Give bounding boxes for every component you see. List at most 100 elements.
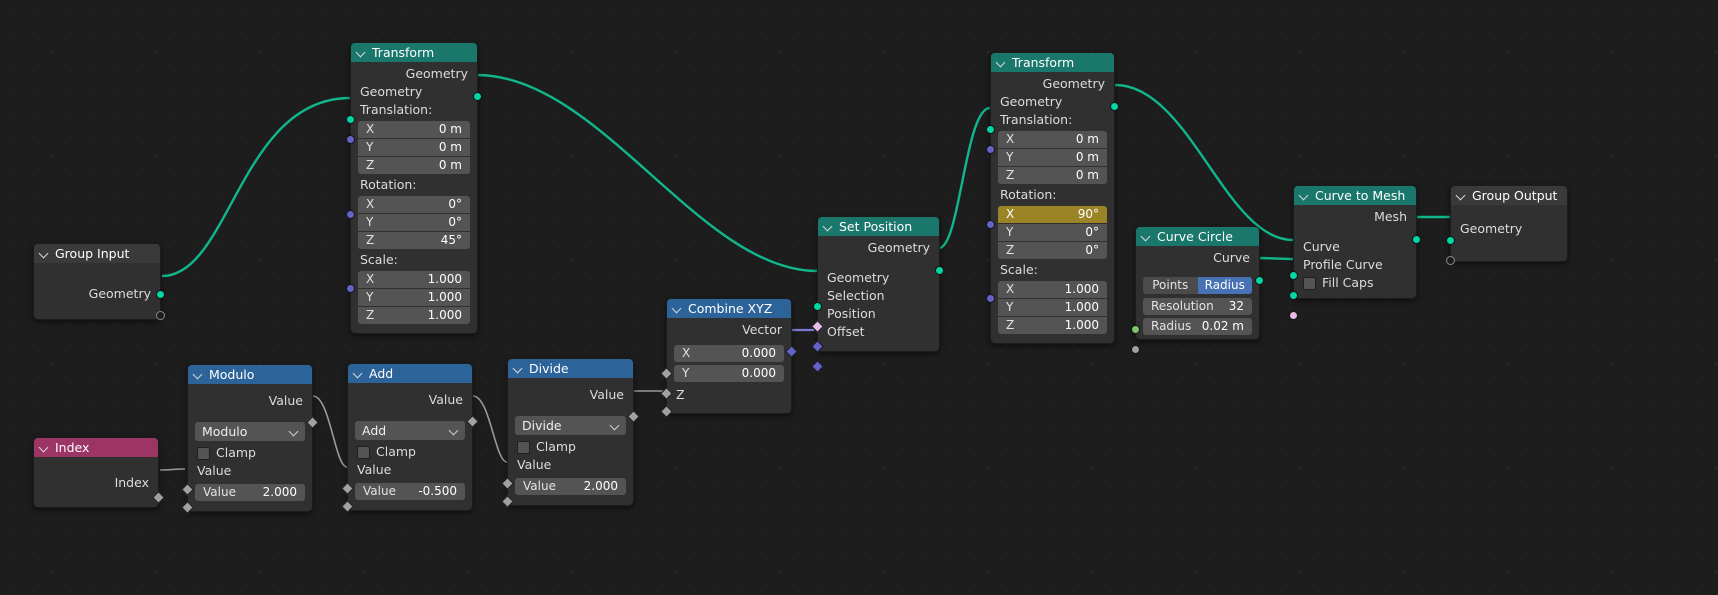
field-scale-x[interactable]: X 1.000: [358, 271, 470, 288]
socket-radius-input[interactable]: [1131, 345, 1140, 354]
socket-virtual-input[interactable]: [1446, 256, 1455, 265]
collapse-chevron-icon[interactable]: [40, 249, 49, 258]
collapse-chevron-icon[interactable]: [997, 58, 1006, 67]
socket-value-input-2[interactable]: [181, 501, 194, 514]
socket-value-input-1[interactable]: [501, 477, 514, 490]
node-index[interactable]: Index Index: [33, 437, 165, 508]
field-rotation-y[interactable]: Y 0°: [998, 224, 1107, 241]
field-value-2[interactable]: Value 2.000: [195, 484, 305, 501]
socket-translation-input[interactable]: [346, 135, 355, 144]
collapse-chevron-icon[interactable]: [194, 370, 203, 379]
field-y[interactable]: Y 0.000: [674, 365, 784, 382]
node-header[interactable]: Divide: [508, 359, 633, 378]
mode-toggle-group[interactable]: Points Radius: [1143, 277, 1252, 294]
socket-geometry-input[interactable]: [986, 125, 995, 134]
field-x[interactable]: X 0.000: [674, 345, 784, 362]
socket-value-output[interactable]: [466, 415, 479, 428]
node-curve-to-mesh[interactable]: Curve to Mesh Mesh Curve Profile Curve F…: [1289, 185, 1421, 320]
node-header[interactable]: Combine XYZ: [667, 299, 791, 318]
field-rotation-z[interactable]: Z 45°: [358, 232, 470, 249]
node-header[interactable]: Curve to Mesh: [1294, 186, 1416, 205]
node-transform-2[interactable]: Transform Geometry Geometry Translation:…: [986, 52, 1119, 344]
field-resolution[interactable]: Resolution 32: [1143, 298, 1252, 315]
node-header[interactable]: Curve Circle: [1136, 227, 1259, 246]
checkbox-fill-caps[interactable]: [1303, 276, 1316, 290]
field-rotation-x[interactable]: X 0°: [358, 196, 470, 213]
checkbox-clamp[interactable]: [197, 446, 210, 460]
node-header[interactable]: Transform: [351, 43, 477, 62]
checkbox-row-clamp[interactable]: Clamp: [188, 444, 312, 462]
collapse-chevron-icon[interactable]: [1457, 191, 1466, 200]
socket-fill-caps-input[interactable]: [1289, 311, 1298, 320]
socket-resolution-input[interactable]: [1131, 325, 1140, 334]
node-combine-xyz[interactable]: Combine XYZ Vector X 0.000 Y 0.000 Z: [660, 298, 798, 418]
node-set-position[interactable]: Set Position Geometry Geometry Selection…: [811, 216, 944, 373]
socket-geometry-output[interactable]: [156, 290, 165, 299]
socket-geometry-input[interactable]: [346, 115, 355, 124]
field-translation-y[interactable]: Y 0 m: [998, 149, 1107, 166]
collapse-chevron-icon[interactable]: [354, 369, 363, 378]
node-transform-1[interactable]: Transform Geometry Geometry Translation:…: [346, 42, 482, 334]
operation-dropdown[interactable]: Modulo: [195, 422, 305, 441]
socket-rotation-input[interactable]: [346, 210, 355, 219]
node-math-modulo[interactable]: Modulo Value Modulo Clamp Value Value 2.…: [181, 364, 319, 514]
field-translation-x[interactable]: X 0 m: [998, 131, 1107, 148]
node-header[interactable]: Index: [34, 438, 158, 457]
socket-curve-output[interactable]: [1255, 276, 1264, 285]
checkbox-row-fill-caps[interactable]: Fill Caps: [1294, 274, 1416, 292]
field-rotation-z[interactable]: Z 0°: [998, 242, 1107, 259]
node-header[interactable]: Group Output: [1451, 186, 1567, 205]
field-scale-x[interactable]: X 1.000: [998, 281, 1107, 298]
socket-geometry-input[interactable]: [1446, 236, 1455, 245]
field-value-2[interactable]: Value 2.000: [515, 478, 626, 495]
checkbox-row-clamp[interactable]: Clamp: [348, 443, 472, 461]
socket-value-input-2[interactable]: [501, 495, 514, 508]
socket-value-output[interactable]: [627, 410, 640, 423]
operation-dropdown[interactable]: Add: [355, 421, 465, 440]
collapse-chevron-icon[interactable]: [673, 304, 682, 313]
node-math-add[interactable]: Add Value Add Clamp Value Value -0.500: [341, 363, 479, 513]
node-group-input[interactable]: Group Input Geometry: [33, 243, 165, 320]
collapse-chevron-icon[interactable]: [1300, 191, 1309, 200]
field-rotation-y[interactable]: Y 0°: [358, 214, 470, 231]
socket-virtual-output[interactable]: [156, 311, 165, 320]
collapse-chevron-icon[interactable]: [824, 222, 833, 231]
socket-z-input[interactable]: [660, 405, 673, 418]
field-translation-z[interactable]: Z 0 m: [358, 157, 470, 174]
socket-position-input[interactable]: [811, 340, 824, 353]
toggle-points[interactable]: Points: [1143, 277, 1198, 294]
node-header[interactable]: Group Input: [34, 244, 160, 263]
socket-x-input[interactable]: [660, 367, 673, 380]
node-header[interactable]: Add: [348, 364, 472, 383]
field-scale-z[interactable]: Z 1.000: [998, 317, 1107, 334]
socket-value-output[interactable]: [306, 416, 319, 429]
node-header[interactable]: Set Position: [818, 217, 939, 236]
operation-dropdown[interactable]: Divide: [515, 416, 626, 435]
socket-scale-input[interactable]: [986, 294, 995, 303]
socket-vector-output[interactable]: [785, 345, 798, 358]
field-scale-y[interactable]: Y 1.000: [358, 289, 470, 306]
field-value-2[interactable]: Value -0.500: [355, 483, 465, 500]
node-math-divide[interactable]: Divide Value Divide Clamp Value Value 2.…: [501, 358, 640, 508]
socket-value-input-2[interactable]: [341, 500, 354, 513]
field-scale-y[interactable]: Y 1.000: [998, 299, 1107, 316]
collapse-chevron-icon[interactable]: [1142, 232, 1151, 241]
field-translation-y[interactable]: Y 0 m: [358, 139, 470, 156]
node-editor-canvas[interactable]: Group Input Geometry Transform Geometry …: [0, 0, 1718, 595]
socket-offset-input[interactable]: [811, 360, 824, 373]
socket-index-output[interactable]: [152, 491, 165, 504]
collapse-chevron-icon[interactable]: [357, 48, 366, 57]
socket-profile-curve-input[interactable]: [1289, 291, 1298, 300]
collapse-chevron-icon[interactable]: [40, 443, 49, 452]
checkbox-clamp[interactable]: [517, 440, 530, 454]
field-scale-z[interactable]: Z 1.000: [358, 307, 470, 324]
field-rotation-x-animated[interactable]: X 90°: [998, 206, 1107, 223]
checkbox-clamp[interactable]: [357, 445, 370, 459]
node-group-output[interactable]: Group Output Geometry: [1446, 185, 1568, 265]
field-translation-z[interactable]: Z 0 m: [998, 167, 1107, 184]
socket-value-input-1[interactable]: [181, 483, 194, 496]
node-curve-circle[interactable]: Curve Circle Curve Points Radius Resolut…: [1131, 226, 1264, 354]
field-translation-x[interactable]: X 0 m: [358, 121, 470, 138]
toggle-radius[interactable]: Radius: [1197, 277, 1252, 294]
checkbox-row-clamp[interactable]: Clamp: [508, 438, 633, 456]
